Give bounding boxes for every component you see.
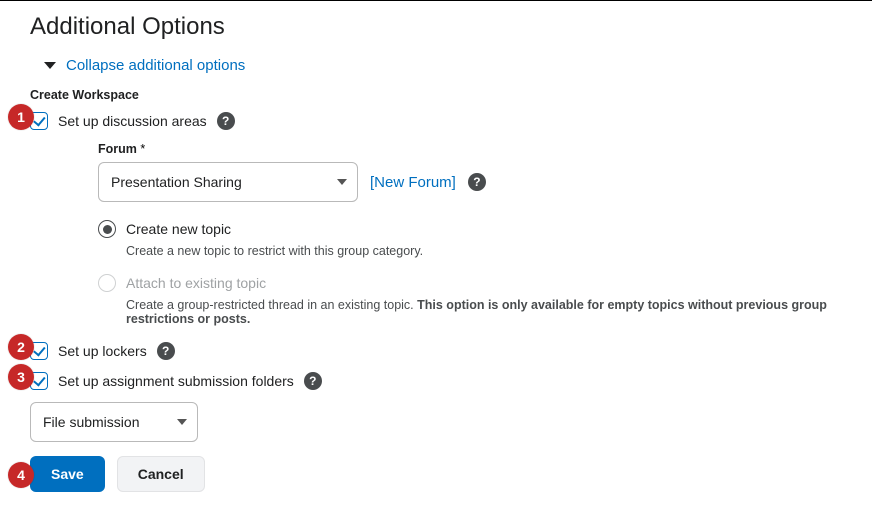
forum-select-value: Presentation Sharing	[111, 174, 242, 190]
attach-existing-desc: Create a group-restricted thread in an e…	[126, 298, 852, 326]
step-badge-2: 2	[8, 334, 34, 360]
help-icon[interactable]: ?	[217, 112, 235, 130]
create-workspace-label: Create Workspace	[30, 88, 852, 102]
help-icon[interactable]: ?	[468, 173, 486, 191]
attach-existing-topic-option: Attach to existing topic	[98, 274, 852, 292]
page-title: Additional Options	[30, 13, 852, 41]
create-new-topic-label: Create new topic	[126, 221, 231, 237]
step-badge-1: 1	[8, 104, 34, 130]
setup-lockers-label: Set up lockers	[58, 343, 147, 359]
setup-discussion-label: Set up discussion areas	[58, 113, 207, 129]
radio-attach-existing	[98, 274, 116, 292]
create-new-topic-desc: Create a new topic to restrict with this…	[126, 244, 852, 258]
forum-field-label: Forum *	[98, 142, 852, 156]
chevron-down-icon	[337, 179, 347, 185]
chevron-down-icon	[44, 62, 56, 69]
step-badge-4: 4	[8, 462, 34, 488]
radio-create-new-topic[interactable]	[98, 220, 116, 238]
help-icon[interactable]: ?	[157, 342, 175, 360]
attach-existing-label: Attach to existing topic	[126, 275, 266, 291]
forum-select[interactable]: Presentation Sharing	[98, 162, 358, 202]
chevron-down-icon	[177, 419, 187, 425]
step-badge-3: 3	[8, 364, 34, 390]
help-icon[interactable]: ?	[304, 372, 322, 390]
submission-type-value: File submission	[43, 414, 139, 430]
collapse-additional-options[interactable]: Collapse additional options	[30, 57, 852, 74]
new-forum-link[interactable]: [New Forum]	[370, 174, 456, 191]
create-new-topic-option[interactable]: Create new topic	[98, 220, 852, 238]
collapse-link-label: Collapse additional options	[66, 57, 245, 74]
submission-type-select[interactable]: File submission	[30, 402, 198, 442]
setup-assignment-label: Set up assignment submission folders	[58, 373, 294, 389]
cancel-button[interactable]: Cancel	[117, 456, 205, 492]
save-button[interactable]: Save	[30, 456, 105, 492]
